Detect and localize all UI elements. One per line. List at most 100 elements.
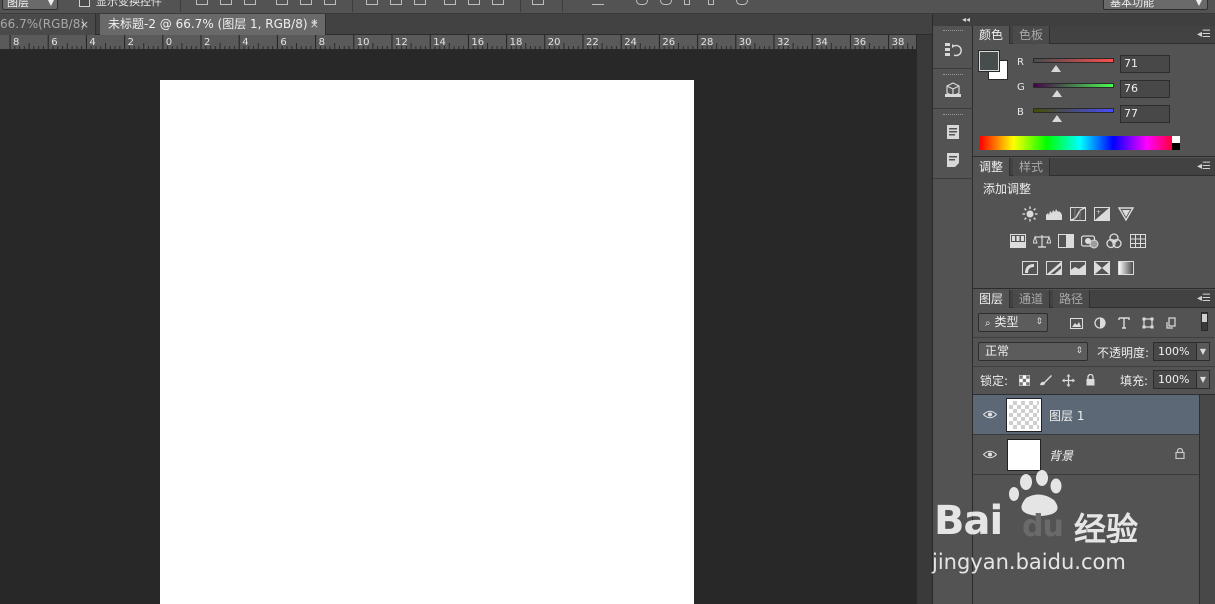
foreground-color-swatch[interactable] — [978, 50, 1000, 72]
blue-slider-thumb[interactable] — [1052, 115, 1063, 122]
tab-channels[interactable]: 通道 — [1013, 290, 1051, 308]
red-slider[interactable] — [1033, 58, 1114, 63]
align-hcenter-icon[interactable] — [300, 0, 312, 5]
panel-menu-icon[interactable]: ◂☰ — [1197, 293, 1211, 304]
align-right-icon[interactable] — [324, 0, 336, 5]
gradient-map-icon[interactable] — [1117, 260, 1135, 276]
filter-adjustment-icon[interactable] — [1091, 315, 1109, 331]
3d-rotate-icon[interactable] — [636, 0, 648, 5]
layer-row-layer-1[interactable]: 图层 1 — [973, 395, 1199, 435]
chevron-down-icon[interactable]: ▼ — [1196, 371, 1209, 388]
distribute-top-icon[interactable] — [366, 0, 378, 5]
black-white-icon[interactable] — [1057, 233, 1075, 249]
curves-icon[interactable] — [1069, 206, 1087, 222]
invert-icon[interactable] — [1021, 260, 1039, 276]
distribute-hcenter-icon[interactable] — [468, 0, 480, 5]
color-lookup-icon[interactable] — [1129, 233, 1147, 249]
fill-field[interactable]: 100% ▼ — [1153, 370, 1210, 389]
white-black-swatch[interactable] — [1172, 136, 1180, 150]
lock-all-icon[interactable] — [1081, 372, 1099, 388]
history-icon[interactable] — [942, 40, 964, 60]
3d-drag-icon[interactable] — [684, 0, 690, 5]
grip-icon[interactable] — [943, 30, 963, 33]
align-top-icon[interactable] — [196, 0, 208, 5]
3d-mode-icon[interactable] — [592, 0, 604, 5]
chevron-down-icon[interactable]: ▼ — [1196, 343, 1209, 360]
canvas-workspace[interactable] — [0, 51, 916, 604]
3d-slide-icon[interactable] — [708, 0, 714, 5]
panel-menu-icon[interactable]: ◂☰ — [1197, 29, 1211, 40]
vibrance-icon[interactable] — [1117, 206, 1135, 222]
workspace-select[interactable]: 基本功能 ▼ — [1103, 0, 1208, 10]
grip-icon[interactable] — [943, 74, 963, 77]
channel-mixer-icon[interactable] — [1105, 233, 1123, 249]
align-left-icon[interactable] — [276, 0, 288, 5]
notes-icon[interactable] — [942, 150, 964, 170]
vertical-scrollbar[interactable] — [916, 35, 932, 604]
hue-saturation-icon[interactable] — [1009, 233, 1027, 249]
lock-image-pixels-icon[interactable] — [1037, 372, 1055, 388]
document-canvas[interactable] — [160, 80, 694, 604]
3d-roll-icon[interactable] — [660, 0, 672, 5]
tab-layers[interactable]: 图层 — [973, 290, 1011, 308]
threshold-icon[interactable] — [1069, 260, 1087, 276]
filter-toggle-switch[interactable] — [1201, 312, 1208, 331]
close-icon[interactable]: × — [80, 14, 89, 35]
collapse-icon[interactable]: ◂◂ — [933, 14, 974, 26]
filter-pixel-icon[interactable] — [1067, 315, 1085, 331]
brightness-contrast-icon[interactable] — [1021, 206, 1039, 222]
auto-align-icon[interactable] — [532, 0, 544, 5]
blue-slider[interactable] — [1033, 108, 1114, 113]
blend-mode-select[interactable]: 正常 ⇕ — [978, 342, 1088, 361]
tab-color[interactable]: 颜色 — [973, 26, 1011, 44]
align-bottom-icon[interactable] — [244, 0, 256, 5]
selective-color-icon[interactable] — [1093, 260, 1111, 276]
layer-list-scrollbar[interactable] — [1199, 395, 1215, 604]
opacity-field[interactable]: 100% ▼ — [1153, 342, 1210, 361]
tab-styles[interactable]: 样式 — [1013, 158, 1051, 176]
close-icon[interactable]: × — [310, 14, 319, 35]
tool-preset-select[interactable]: 图层 ▼ — [2, 0, 58, 10]
show-transform-checkbox[interactable] — [79, 0, 90, 7]
layer-thumbnail[interactable] — [1007, 439, 1041, 471]
filter-type-icon[interactable] — [1115, 315, 1133, 331]
properties-icon[interactable] — [942, 122, 964, 142]
layer-row-background[interactable]: 背景 — [973, 435, 1199, 475]
red-value-field[interactable]: 71 — [1120, 55, 1170, 73]
green-value-field[interactable]: 76 — [1120, 80, 1170, 98]
green-slider[interactable] — [1033, 83, 1114, 88]
posterize-icon[interactable] — [1045, 260, 1063, 276]
distribute-vcenter-icon[interactable] — [390, 0, 402, 5]
distribute-bottom-icon[interactable] — [414, 0, 426, 5]
layer-name[interactable]: 背景 — [1049, 447, 1073, 464]
lock-transparent-pixels-icon[interactable] — [1015, 372, 1033, 388]
color-balance-icon[interactable] — [1033, 233, 1051, 249]
blue-value-field[interactable]: 77 — [1120, 105, 1170, 123]
tab-paths[interactable]: 路径 — [1053, 290, 1091, 308]
distribute-left-icon[interactable] — [444, 0, 456, 5]
layer-thumbnail[interactable] — [1006, 398, 1042, 432]
horizontal-ruler[interactable]: 8 6 4 2 0 2 4 6 8 10 12 14 16 18 20 22 24 26 28 30 32 34 36 38 — [0, 35, 916, 50]
eye-icon[interactable] — [981, 407, 999, 421]
red-slider-thumb[interactable] — [1050, 65, 1061, 72]
layer-filter-kind-select[interactable]: ⌕ 类型 ⇕ — [978, 313, 1048, 332]
tab-document-2[interactable]: 未标题-2 @ 66.7% (图层 1, RGB/8) * × — [100, 14, 326, 35]
green-slider-thumb[interactable] — [1052, 90, 1063, 97]
tab-document-1[interactable]: 66.7%(RGB/8) × — [0, 14, 96, 35]
filter-shape-icon[interactable] — [1139, 315, 1157, 331]
3d-scale-icon[interactable] — [736, 0, 748, 5]
tab-swatches[interactable]: 色板 — [1013, 26, 1051, 44]
layer-name[interactable]: 图层 1 — [1049, 407, 1084, 424]
photo-filter-icon[interactable] — [1081, 233, 1099, 249]
3d-properties-icon[interactable] — [942, 80, 964, 100]
exposure-icon[interactable]: + — [1093, 206, 1111, 222]
lock-position-icon[interactable] — [1059, 372, 1077, 388]
grip-icon[interactable] — [943, 114, 963, 117]
filter-smart-object-icon[interactable] — [1163, 315, 1181, 331]
panel-menu-icon[interactable]: ◂☰ — [1197, 161, 1211, 172]
color-spectrum-ramp[interactable] — [980, 136, 1180, 150]
distribute-right-icon[interactable] — [492, 0, 504, 5]
levels-icon[interactable] — [1045, 206, 1063, 222]
eye-icon[interactable] — [981, 447, 999, 461]
tab-adjustments[interactable]: 调整 — [973, 158, 1011, 176]
